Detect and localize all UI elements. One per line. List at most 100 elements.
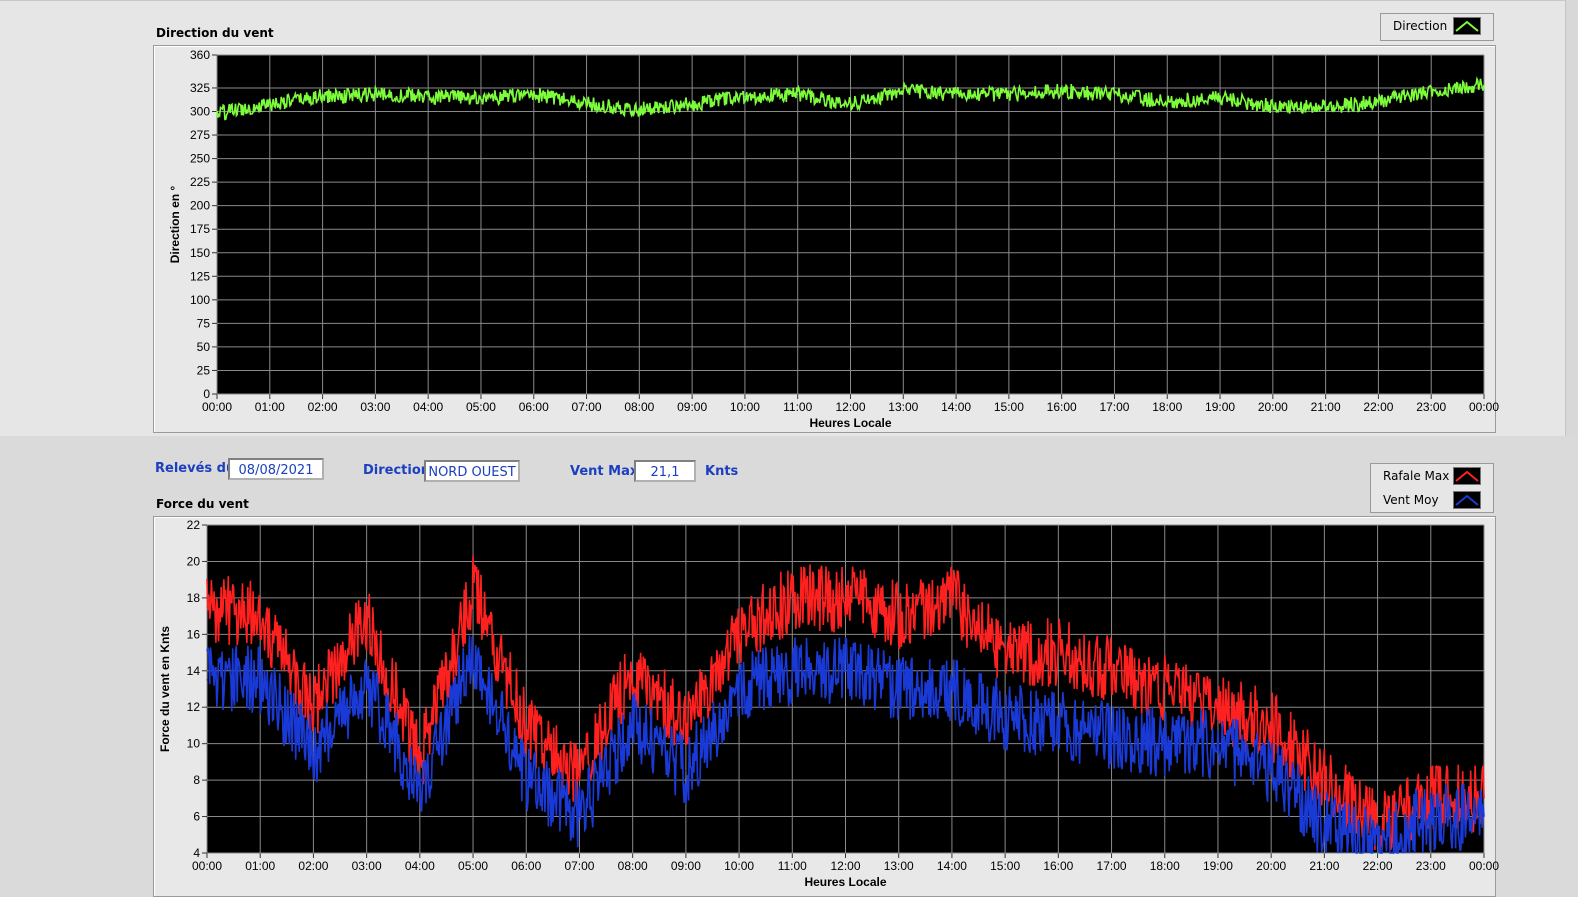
x-tick-label: 12:00 bbox=[835, 400, 865, 414]
x-tick-label: 16:00 bbox=[1047, 400, 1077, 414]
data-point bbox=[1325, 106, 1327, 108]
x-tick-label: 18:00 bbox=[1152, 400, 1182, 414]
data-point bbox=[632, 670, 634, 672]
data-point bbox=[1483, 815, 1485, 818]
x-tick-label: 13:00 bbox=[888, 400, 918, 414]
data-point bbox=[472, 651, 474, 654]
x-tick-label: 08:00 bbox=[618, 859, 648, 873]
y-axis-label: Force du vent en Knts bbox=[158, 626, 172, 752]
data-point bbox=[1057, 724, 1059, 727]
y-tick-label: 250 bbox=[190, 152, 210, 166]
x-tick-label: 11:00 bbox=[783, 400, 812, 414]
y-tick-label: 14 bbox=[187, 664, 201, 678]
data-point bbox=[216, 112, 218, 114]
x-tick-label: 15:00 bbox=[990, 859, 1020, 873]
y-tick-label: 8 bbox=[193, 773, 200, 787]
data-point bbox=[1272, 106, 1274, 108]
data-point bbox=[525, 779, 527, 781]
x-tick-label: 10:00 bbox=[724, 859, 754, 873]
data-point bbox=[1483, 84, 1485, 86]
data-point bbox=[1376, 843, 1379, 845]
data-point bbox=[1004, 715, 1006, 717]
x-tick-label: 04:00 bbox=[405, 859, 435, 873]
data-point bbox=[419, 761, 421, 763]
data-point bbox=[1113, 93, 1116, 96]
x-tick-label: 21:00 bbox=[1309, 859, 1339, 873]
x-tick-label: 02:00 bbox=[308, 400, 338, 414]
y-tick-label: 6 bbox=[193, 810, 200, 824]
data-point bbox=[472, 588, 474, 590]
data-point bbox=[955, 93, 957, 96]
y-tick-label: 200 bbox=[190, 199, 210, 213]
data-point bbox=[1270, 724, 1272, 727]
data-point bbox=[525, 724, 527, 727]
x-tick-label: 10:00 bbox=[730, 400, 760, 414]
data-point bbox=[744, 95, 746, 98]
data-point bbox=[419, 788, 421, 790]
data-point bbox=[1219, 96, 1221, 98]
x-tick-label: 23:00 bbox=[1416, 859, 1446, 873]
data-point bbox=[844, 597, 847, 599]
x-tick-label: 00:00 bbox=[1469, 400, 1499, 414]
data-point bbox=[632, 724, 634, 727]
data-point bbox=[685, 724, 687, 727]
x-tick-label: 21:00 bbox=[1311, 400, 1341, 414]
x-tick-label: 17:00 bbox=[1099, 400, 1129, 414]
data-point bbox=[898, 688, 900, 690]
y-tick-label: 300 bbox=[190, 105, 210, 119]
y-tick-label: 18 bbox=[187, 591, 201, 605]
y-tick-label: 325 bbox=[190, 81, 210, 95]
data-point bbox=[791, 670, 793, 672]
data-point bbox=[1004, 651, 1006, 654]
x-axis-label: Heures Locale bbox=[804, 875, 886, 889]
data-point bbox=[951, 597, 953, 599]
y-tick-label: 16 bbox=[187, 627, 201, 641]
x-tick-label: 13:00 bbox=[884, 859, 914, 873]
x-tick-label: 06:00 bbox=[511, 859, 541, 873]
x-tick-label: 08:00 bbox=[624, 400, 654, 414]
data-point bbox=[321, 95, 324, 98]
x-tick-label: 20:00 bbox=[1258, 400, 1288, 414]
data-point bbox=[312, 706, 315, 708]
data-point bbox=[1164, 743, 1166, 745]
data-point bbox=[366, 688, 368, 690]
data-point bbox=[849, 103, 852, 105]
x-tick-label: 15:00 bbox=[994, 400, 1024, 414]
x-tick-label: 00:00 bbox=[202, 400, 232, 414]
data-point bbox=[638, 109, 640, 111]
data-point bbox=[206, 679, 208, 681]
data-point bbox=[480, 97, 482, 99]
y-tick-label: 125 bbox=[190, 269, 210, 283]
x-tick-label: 00:00 bbox=[192, 859, 222, 873]
data-point bbox=[1430, 90, 1432, 92]
data-point bbox=[691, 103, 693, 105]
y-tick-label: 22 bbox=[187, 518, 201, 532]
y-tick-label: 4 bbox=[193, 846, 200, 860]
x-tick-label: 23:00 bbox=[1416, 400, 1446, 414]
data-point bbox=[1008, 93, 1010, 96]
data-point bbox=[902, 90, 904, 92]
y-tick-label: 175 bbox=[190, 222, 210, 236]
data-point bbox=[578, 779, 581, 781]
x-tick-label: 20:00 bbox=[1256, 859, 1286, 873]
y-axis-label: Direction en ° bbox=[168, 186, 182, 264]
x-tick-label: 17:00 bbox=[1097, 859, 1127, 873]
y-tick-label: 12 bbox=[187, 700, 201, 714]
x-tick-label: 18:00 bbox=[1150, 859, 1180, 873]
data-point bbox=[738, 633, 740, 635]
x-tick-label: 19:00 bbox=[1203, 859, 1233, 873]
x-tick-label: 01:00 bbox=[255, 400, 285, 414]
data-point bbox=[427, 95, 429, 98]
x-tick-label: 22:00 bbox=[1363, 859, 1393, 873]
y-tick-label: 0 bbox=[203, 387, 210, 401]
data-point bbox=[685, 770, 687, 772]
data-point bbox=[1110, 733, 1113, 736]
data-point bbox=[1483, 797, 1485, 799]
charts-canvas: 00:00 01:00 02:00 03:00 04:00 05:00 06:00 07:00… bbox=[158, 48, 1499, 889]
x-tick-label: 06:00 bbox=[519, 400, 549, 414]
data-point bbox=[1323, 825, 1325, 827]
x-tick-label: 14:00 bbox=[941, 400, 971, 414]
data-point bbox=[1217, 706, 1219, 708]
x-tick-label: 01:00 bbox=[245, 859, 275, 873]
x-tick-label: 07:00 bbox=[572, 400, 602, 414]
